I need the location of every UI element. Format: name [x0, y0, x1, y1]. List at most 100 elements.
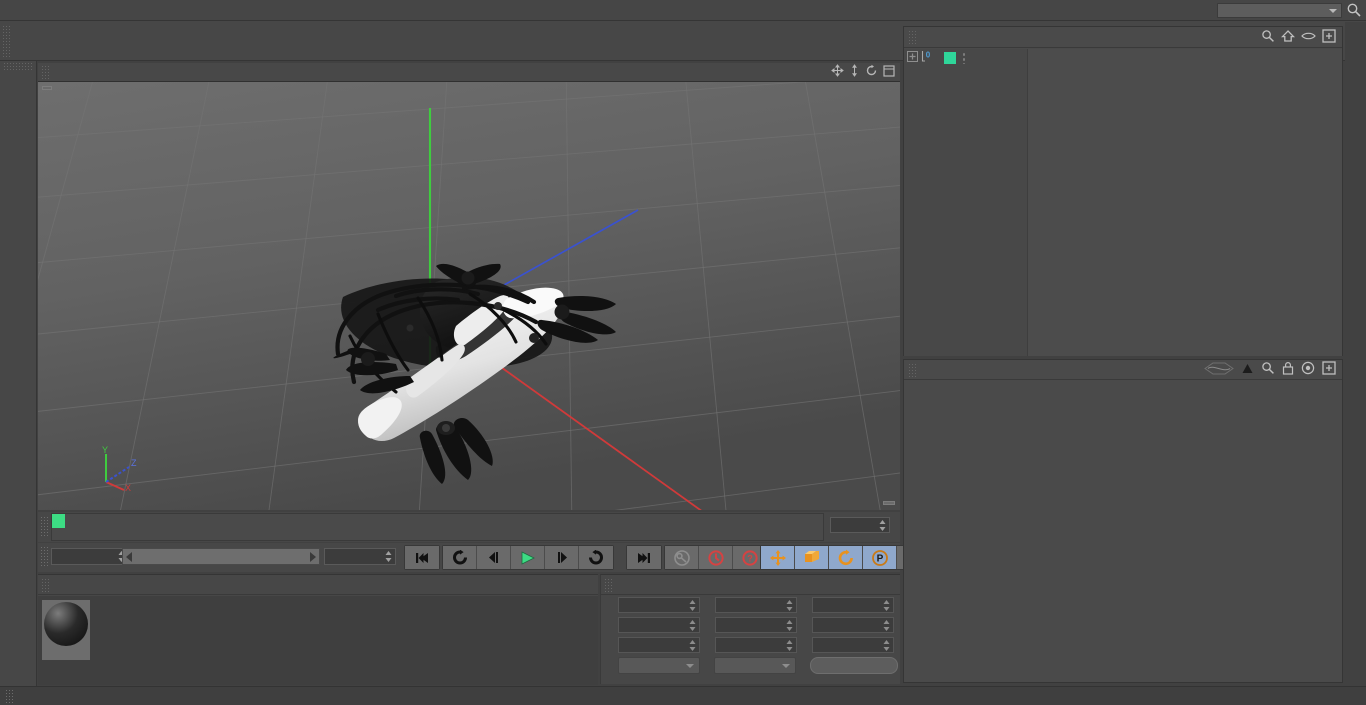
- layout-select[interactable]: [1217, 2, 1342, 18]
- viewport-3d-canvas[interactable]: Y X Z: [38, 82, 900, 510]
- object-tree[interactable]: 0: [904, 49, 1342, 356]
- coordinates-grip[interactable]: [604, 577, 613, 592]
- spinner-icon[interactable]: [786, 620, 793, 631]
- material-manager: [38, 574, 598, 685]
- home-icon[interactable]: [1280, 29, 1296, 46]
- search-icon[interactable]: [1346, 2, 1362, 18]
- timeline-grip[interactable]: [40, 516, 49, 538]
- parameter-key-toggle[interactable]: P: [863, 546, 897, 569]
- spinner-icon[interactable]: [883, 620, 890, 631]
- attribute-manager-grip[interactable]: [908, 362, 917, 377]
- rotation-y-field[interactable]: [812, 617, 894, 633]
- transport-current-frame-field[interactable]: [51, 548, 129, 565]
- position-key-toggle[interactable]: [761, 546, 795, 569]
- rotation-key-toggle[interactable]: [829, 546, 863, 569]
- maximize-icon[interactable]: [1322, 361, 1336, 378]
- viewport-panel: Y X Z: [38, 63, 900, 510]
- left-tool-palette: [0, 61, 37, 705]
- object-tag-column: [1027, 49, 1342, 356]
- material-menu-bar: [38, 575, 598, 595]
- rotation-x-field[interactable]: [812, 597, 894, 613]
- preview-range-slider[interactable]: [122, 548, 320, 565]
- position-x-field[interactable]: [618, 597, 700, 613]
- timeline-playhead[interactable]: [52, 514, 65, 528]
- go-to-start-button[interactable]: [405, 546, 439, 569]
- maximize-view-icon[interactable]: [883, 64, 895, 80]
- rotate-view-icon[interactable]: [865, 64, 878, 80]
- step-back-button[interactable]: [477, 546, 511, 569]
- object-manager-grip[interactable]: [908, 29, 917, 45]
- step-forward-button[interactable]: [545, 546, 579, 569]
- spinner-icon[interactable]: [879, 520, 886, 531]
- move-view-icon[interactable]: [831, 64, 844, 80]
- range-left-arrow-icon[interactable]: [125, 552, 134, 565]
- spinner-icon[interactable]: [689, 600, 696, 611]
- search-icon[interactable]: [1261, 361, 1275, 378]
- scale-view-icon[interactable]: [849, 64, 860, 80]
- lock-icon[interactable]: [1282, 361, 1294, 378]
- spinner-icon[interactable]: [689, 620, 696, 631]
- play-button[interactable]: [511, 546, 545, 569]
- autokey-toggle[interactable]: [665, 546, 699, 569]
- search-icon[interactable]: [1261, 29, 1275, 46]
- status-bar: [0, 686, 1366, 705]
- next-key-button[interactable]: [579, 546, 613, 569]
- spinner-icon[interactable]: [883, 640, 890, 651]
- material-list[interactable]: [38, 596, 598, 685]
- viewport-perspective-label: [42, 86, 52, 90]
- current-frame-field[interactable]: [830, 517, 890, 533]
- transport-grip[interactable]: [40, 546, 49, 568]
- go-to-end-button[interactable]: [627, 546, 661, 569]
- timeline-ruler-panel: [38, 512, 900, 542]
- toolbar-grip[interactable]: [2, 24, 11, 57]
- size-z-field[interactable]: [715, 637, 797, 653]
- status-bar-grip[interactable]: [5, 689, 14, 703]
- expand-toggle-icon[interactable]: [907, 50, 918, 65]
- triangle-icon[interactable]: [1241, 362, 1254, 378]
- spinner-icon[interactable]: [385, 551, 392, 562]
- scale-key-toggle[interactable]: [795, 546, 829, 569]
- maximize-icon[interactable]: [1322, 28, 1336, 46]
- timeline-ruler[interactable]: [51, 513, 824, 541]
- max-frame-field[interactable]: [324, 548, 396, 565]
- material-manager-grip[interactable]: [41, 577, 50, 592]
- size-x-field[interactable]: [715, 597, 797, 613]
- svg-text:?: ?: [747, 553, 753, 563]
- apply-button[interactable]: [810, 656, 898, 674]
- spinner-icon[interactable]: [883, 600, 890, 611]
- material-item[interactable]: [42, 600, 90, 660]
- object-manager-icons: [1261, 28, 1342, 46]
- size-y-field[interactable]: [715, 617, 797, 633]
- spinner-icon[interactable]: [689, 640, 696, 651]
- viewport-corner-icons: [831, 64, 900, 80]
- main-menu-bar: [0, 0, 1366, 21]
- eye-icon[interactable]: [1301, 31, 1316, 44]
- size-mode-dropdown[interactable]: [714, 656, 796, 674]
- viewport-scene: [38, 82, 900, 510]
- chevron-down-icon: [1329, 8, 1337, 13]
- rotation-z-field[interactable]: [812, 637, 894, 653]
- previous-key-button[interactable]: [443, 546, 477, 569]
- goto-end-group: [626, 545, 662, 570]
- spinner-icon[interactable]: [786, 640, 793, 651]
- record-active-objects-button[interactable]: [699, 546, 733, 569]
- coordinates-row-y: [601, 615, 900, 635]
- maxon-cinema4d-logo: [2, 563, 35, 683]
- coordinate-system-dropdown[interactable]: [618, 656, 700, 674]
- goto-start-group: [404, 545, 440, 570]
- position-z-field[interactable]: [618, 637, 700, 653]
- left-palette-grip[interactable]: [3, 62, 34, 70]
- target-icon[interactable]: [1301, 361, 1315, 378]
- svg-text:Z: Z: [131, 458, 137, 468]
- object-row-manned-drone[interactable]: 0: [904, 49, 1342, 66]
- position-y-field[interactable]: [618, 617, 700, 633]
- layer-color-swatch[interactable]: [944, 51, 956, 64]
- spinner-icon[interactable]: [786, 600, 793, 611]
- svg-text:P: P: [876, 553, 883, 564]
- curve-icon[interactable]: [1204, 362, 1234, 378]
- tag-dots-icon: [962, 51, 966, 64]
- right-dock-tabs: [1345, 22, 1366, 683]
- attribute-manager-body[interactable]: [904, 381, 1342, 682]
- viewport-menu-grip[interactable]: [41, 64, 50, 80]
- range-right-arrow-icon[interactable]: [308, 552, 317, 565]
